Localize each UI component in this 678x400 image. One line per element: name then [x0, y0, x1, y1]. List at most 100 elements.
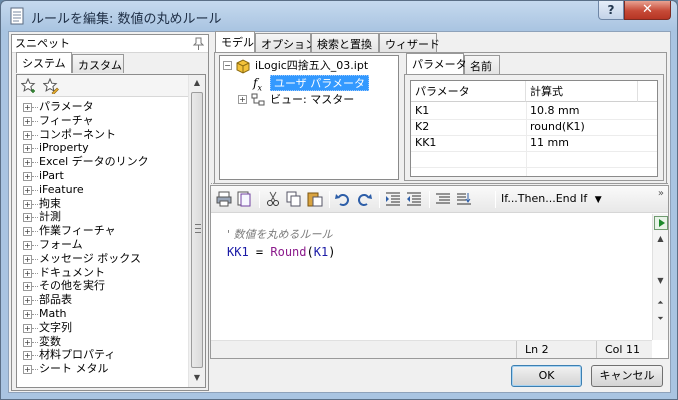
expand-icon[interactable]: +	[23, 185, 32, 195]
code-argument: K1	[313, 245, 329, 259]
user-params-label: ユーザ パラメータ	[270, 75, 369, 91]
scroll-top-icon[interactable]: ⏶	[653, 296, 668, 310]
tab-names[interactable]: 名前	[464, 55, 500, 74]
tab-system[interactable]: システム	[16, 52, 72, 73]
expand-icon[interactable]: +	[23, 282, 32, 292]
expand-icon[interactable]: +	[23, 171, 32, 181]
table-cell[interactable]: 10.8 mm	[526, 103, 579, 119]
snippet-tree-item[interactable]: + Excel データのリンク	[17, 155, 189, 169]
snippet-tree-item[interactable]: + 文字列	[17, 321, 189, 335]
snippet-label: iPart	[39, 168, 64, 182]
expand-icon[interactable]: +	[23, 254, 32, 264]
expand-icon[interactable]: +	[23, 116, 32, 126]
scroll-up-arrow-icon[interactable]: ▲	[653, 232, 668, 246]
expand-icon[interactable]: +	[23, 365, 32, 375]
expand-icon[interactable]: +	[23, 103, 32, 112]
scroll-bottom-icon[interactable]: ⏷	[653, 312, 668, 326]
table-cell[interactable]: round(K1)	[526, 119, 585, 135]
scroll-down-arrow-icon[interactable]: ▼	[653, 274, 668, 288]
snippet-label: パラメータ	[39, 100, 94, 113]
snippet-tree-item[interactable]: + フォーム	[17, 238, 189, 252]
cancel-button[interactable]: キャンセル	[591, 365, 663, 387]
tree-root-label: iLogic四捨五入_03.ipt	[255, 59, 369, 72]
undo-icon[interactable]	[335, 191, 351, 207]
snippet-tree-item[interactable]: + 拘束	[17, 197, 189, 211]
snippet-tree-item[interactable]: + 部品表	[17, 293, 189, 307]
tab-parameters[interactable]: パラメータ	[406, 53, 467, 74]
print-icon[interactable]	[216, 191, 232, 207]
expand-icon[interactable]: +	[23, 351, 32, 361]
snippet-tree-item[interactable]: + シート メタル	[17, 362, 189, 376]
expand-icon[interactable]: +	[23, 158, 32, 168]
snippet-tree-item[interactable]: + 変数	[17, 335, 189, 349]
snippet-tree-item[interactable]: + フィーチャ	[17, 114, 189, 128]
expand-icon[interactable]: +	[23, 337, 32, 347]
outdent-icon[interactable]	[406, 191, 422, 207]
expand-icon[interactable]: +	[23, 199, 32, 209]
run-arrow-icon[interactable]	[654, 216, 668, 230]
print-preview-icon[interactable]	[236, 191, 252, 207]
help-button[interactable]: ?	[598, 1, 624, 20]
indent-icon[interactable]	[385, 191, 401, 207]
expand-icon[interactable]: +	[23, 268, 32, 278]
scroll-up-arrow-icon[interactable]: ▲	[189, 75, 205, 91]
snippet-tree-item[interactable]: + iProperty	[17, 141, 189, 155]
expand-icon[interactable]: +	[23, 296, 32, 306]
snippet-label: ドキュメント	[39, 265, 105, 279]
copy-icon[interactable]	[286, 191, 302, 207]
column-header-parameter[interactable]: パラメータ	[411, 81, 526, 102]
expand-icon[interactable]: +	[23, 213, 32, 223]
toolbar-overflow-icon[interactable]: »	[658, 188, 664, 199]
scroll-thumb[interactable]	[191, 92, 203, 368]
uncomment-block-icon[interactable]	[456, 191, 472, 207]
ok-button[interactable]: OK	[511, 365, 582, 387]
snippet-tree-item[interactable]: + コンポーネント	[17, 128, 189, 142]
snippet-tree-item[interactable]: + ドキュメント	[17, 266, 189, 280]
scroll-down-arrow-icon[interactable]: ▼	[189, 370, 205, 386]
snippet-tree-item[interactable]: + その他を実行	[17, 279, 189, 293]
snippet-tree-item[interactable]: + Math	[17, 307, 189, 321]
paste-icon[interactable]	[307, 191, 323, 207]
snippets-scrollbar[interactable]: ▲ ▼	[188, 75, 205, 387]
editor-scrollbar[interactable]: ▲ ▼ ⏶ ⏷	[652, 214, 668, 340]
table-cell[interactable]: K2	[411, 119, 429, 135]
snippet-tree-item[interactable]: + iPart	[17, 169, 189, 183]
collapse-icon[interactable]: −	[223, 61, 232, 70]
snippet-label: 材料プロパティ	[39, 348, 116, 362]
redo-icon[interactable]	[356, 191, 372, 207]
table-cell[interactable]: K1	[411, 103, 429, 119]
tab-find-replace[interactable]: 検索と置換	[311, 33, 379, 52]
snippet-tree-item[interactable]: + 作業フィーチャ	[17, 224, 189, 238]
tab-wizard[interactable]: ウィザード	[379, 33, 440, 52]
model-area: − iLogic四捨五入_03.ipt fx ユーザ パラメータ + ビュー: …	[214, 52, 667, 184]
snippet-tree-item[interactable]: + 計測	[17, 210, 189, 224]
tab-options[interactable]: オプション	[255, 33, 316, 52]
title-bar[interactable]: ルールを編集: 数値の丸めルール ? ✕	[1, 1, 677, 31]
code-area[interactable]: ' 数値を丸めるルール KK1 = Round(K1)	[212, 214, 652, 340]
expand-icon[interactable]: +	[23, 323, 32, 333]
column-header-formula[interactable]: 計算式	[526, 81, 638, 102]
tab-model[interactable]: モデル	[215, 31, 255, 52]
edit-snippet-star-icon[interactable]	[43, 78, 59, 94]
expand-icon[interactable]: +	[23, 144, 32, 154]
snippet-tree-item[interactable]: + パラメータ	[17, 100, 189, 114]
close-button[interactable]: ✕	[624, 1, 671, 20]
expand-icon[interactable]: +	[23, 130, 32, 140]
snippet-tree-item[interactable]: + メッセージ ボックス	[17, 252, 189, 266]
expand-icon[interactable]: +	[23, 227, 32, 237]
if-then-dropdown[interactable]: If...Then...End If ▼	[501, 192, 602, 205]
cut-icon[interactable]	[265, 191, 281, 207]
expand-icon[interactable]: +	[23, 309, 32, 319]
snippet-label: 部品表	[39, 293, 72, 307]
expand-icon[interactable]: +	[238, 95, 247, 104]
table-cell[interactable]: KK1	[411, 135, 436, 151]
expand-icon[interactable]: +	[23, 240, 32, 250]
dialog-window: ルールを編集: 数値の丸めルール ? ✕ スニペット システム カスタム + パ…	[0, 0, 678, 400]
add-snippet-star-icon[interactable]	[21, 78, 37, 94]
table-cell[interactable]: 11 mm	[526, 135, 569, 151]
snippet-tree-item[interactable]: + 材料プロパティ	[17, 348, 189, 362]
snippet-tree-item[interactable]: + iFeature	[17, 183, 189, 197]
pin-icon[interactable]	[192, 37, 204, 50]
comment-block-icon[interactable]	[435, 191, 451, 207]
tab-custom[interactable]: カスタム	[72, 54, 124, 73]
